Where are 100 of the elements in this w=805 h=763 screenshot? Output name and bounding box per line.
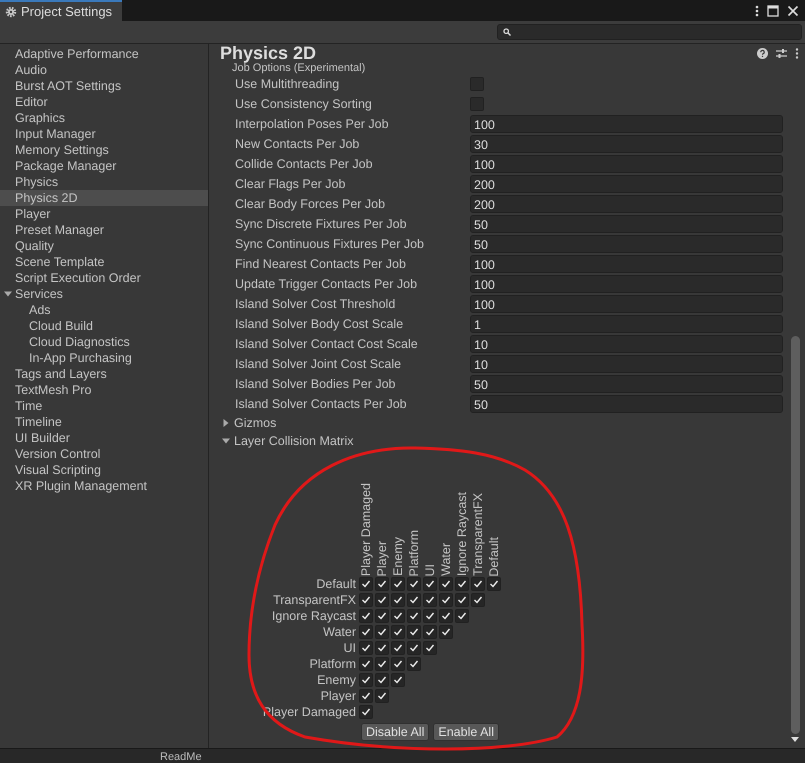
collision-checkbox[interactable]	[487, 577, 501, 592]
collision-checkbox[interactable]	[423, 577, 437, 592]
sidebar-item[interactable]: Physics 2D	[0, 190, 208, 206]
sidebar-item[interactable]: Burst AOT Settings	[0, 78, 208, 94]
sidebar-item[interactable]: Script Execution Order	[0, 270, 208, 286]
sidebar-item[interactable]: In-App Purchasing	[0, 350, 208, 366]
collision-checkbox[interactable]	[375, 673, 389, 688]
collision-checkbox[interactable]	[359, 593, 373, 608]
collision-checkbox[interactable]	[455, 593, 469, 608]
sliders-icon[interactable]	[776, 48, 787, 58]
sidebar-item[interactable]: Tags and Layers	[0, 366, 208, 382]
collision-checkbox[interactable]	[423, 593, 437, 608]
collision-checkbox[interactable]	[359, 673, 373, 688]
collision-checkbox[interactable]	[359, 657, 373, 672]
collision-checkbox[interactable]	[391, 577, 405, 592]
sidebar-item[interactable]: Visual Scripting	[0, 462, 208, 478]
collision-checkbox[interactable]	[391, 641, 405, 656]
number-field[interactable]: 1	[470, 315, 783, 333]
collision-checkbox[interactable]	[359, 705, 373, 720]
collision-checkbox[interactable]	[455, 577, 469, 592]
disable-all-button[interactable]: Disable All	[361, 723, 430, 742]
sidebar-item[interactable]: Input Manager	[0, 126, 208, 142]
collision-checkbox[interactable]	[423, 625, 437, 640]
collision-checkbox[interactable]	[455, 609, 469, 624]
sidebar-item[interactable]: Editor	[0, 94, 208, 110]
collision-checkbox[interactable]	[359, 609, 373, 624]
section-header[interactable]: Job Options (Experimental)	[222, 62, 783, 74]
sidebar-item[interactable]: Audio	[0, 62, 208, 78]
number-field[interactable]: 200	[470, 195, 783, 213]
collision-checkbox[interactable]	[375, 689, 389, 704]
number-field[interactable]: 200	[470, 175, 783, 193]
close-icon[interactable]	[787, 4, 799, 16]
number-field[interactable]: 100	[470, 255, 783, 273]
collision-checkbox[interactable]	[375, 657, 389, 672]
sidebar-item[interactable]: Cloud Diagnostics	[0, 334, 208, 350]
collision-checkbox[interactable]	[471, 593, 485, 608]
caret-icon[interactable]	[222, 437, 230, 445]
caret-icon[interactable]	[222, 419, 230, 427]
collision-checkbox[interactable]	[359, 625, 373, 640]
collision-checkbox[interactable]	[375, 609, 389, 624]
asset-label[interactable]: ReadMe	[160, 751, 202, 763]
number-field[interactable]: 50	[470, 395, 783, 413]
number-field[interactable]: 30	[470, 135, 783, 153]
sidebar-item[interactable]: Graphics	[0, 110, 208, 126]
number-field[interactable]: 10	[470, 355, 783, 373]
sidebar-item[interactable]: XR Plugin Management	[0, 478, 208, 494]
collision-checkbox[interactable]	[407, 577, 421, 592]
collision-checkbox[interactable]	[407, 609, 421, 624]
sidebar-item[interactable]: Time	[0, 398, 208, 414]
sidebar-item[interactable]: Memory Settings	[0, 142, 208, 158]
collision-checkbox[interactable]	[359, 689, 373, 704]
foldout-header[interactable]: Gizmos	[222, 414, 783, 432]
sidebar-item[interactable]: Player	[0, 206, 208, 222]
collision-checkbox[interactable]	[407, 593, 421, 608]
sidebar-item[interactable]: Ads	[0, 302, 208, 318]
window-tab[interactable]: Project Settings	[0, 0, 122, 21]
number-field[interactable]: 10	[470, 335, 783, 353]
sidebar-item[interactable]: UI Builder	[0, 430, 208, 446]
number-field[interactable]: 100	[470, 155, 783, 173]
number-field[interactable]: 100	[470, 295, 783, 313]
collision-checkbox[interactable]	[375, 641, 389, 656]
caret-icon[interactable]	[4, 290, 12, 298]
sidebar-item[interactable]: Adaptive Performance	[0, 46, 208, 62]
foldout-header[interactable]: Layer Collision Matrix	[222, 432, 783, 450]
scroll-down-icon[interactable]	[791, 737, 799, 742]
collision-checkbox[interactable]	[407, 625, 421, 640]
sidebar-item[interactable]: Quality	[0, 238, 208, 254]
sidebar-item[interactable]: Timeline	[0, 414, 208, 430]
collision-checkbox[interactable]	[471, 577, 485, 592]
collision-checkbox[interactable]	[407, 641, 421, 656]
collision-checkbox[interactable]	[391, 673, 405, 688]
collision-checkbox[interactable]	[439, 609, 453, 624]
collision-checkbox[interactable]	[439, 593, 453, 608]
maximize-icon[interactable]	[767, 4, 779, 16]
sidebar-item[interactable]: Version Control	[0, 446, 208, 462]
sidebar-item[interactable]: Scene Template	[0, 254, 208, 270]
sidebar-item[interactable]: Services	[0, 286, 208, 302]
number-field[interactable]: 50	[470, 235, 783, 253]
collision-checkbox[interactable]	[423, 641, 437, 656]
sidebar-item[interactable]: Cloud Build	[0, 318, 208, 334]
number-field[interactable]: 100	[470, 115, 783, 133]
collision-checkbox[interactable]	[359, 577, 373, 592]
collision-checkbox[interactable]	[391, 657, 405, 672]
collision-checkbox[interactable]	[407, 657, 421, 672]
collision-checkbox[interactable]	[439, 625, 453, 640]
sidebar-item[interactable]: TextMesh Pro	[0, 382, 208, 398]
search-field[interactable]	[497, 24, 802, 40]
collision-checkbox[interactable]	[423, 609, 437, 624]
collision-checkbox[interactable]	[391, 593, 405, 608]
number-field[interactable]: 100	[470, 275, 783, 293]
more-options-icon[interactable]	[795, 48, 799, 58]
collision-checkbox[interactable]	[375, 593, 389, 608]
collision-checkbox[interactable]	[391, 609, 405, 624]
collision-checkbox[interactable]	[375, 577, 389, 592]
more-options-icon[interactable]	[755, 4, 759, 16]
enable-all-button[interactable]: Enable All	[433, 723, 499, 742]
collision-checkbox[interactable]	[359, 641, 373, 656]
collision-checkbox[interactable]	[391, 625, 405, 640]
collision-checkbox[interactable]	[439, 577, 453, 592]
sidebar-item[interactable]: Package Manager	[0, 158, 208, 174]
